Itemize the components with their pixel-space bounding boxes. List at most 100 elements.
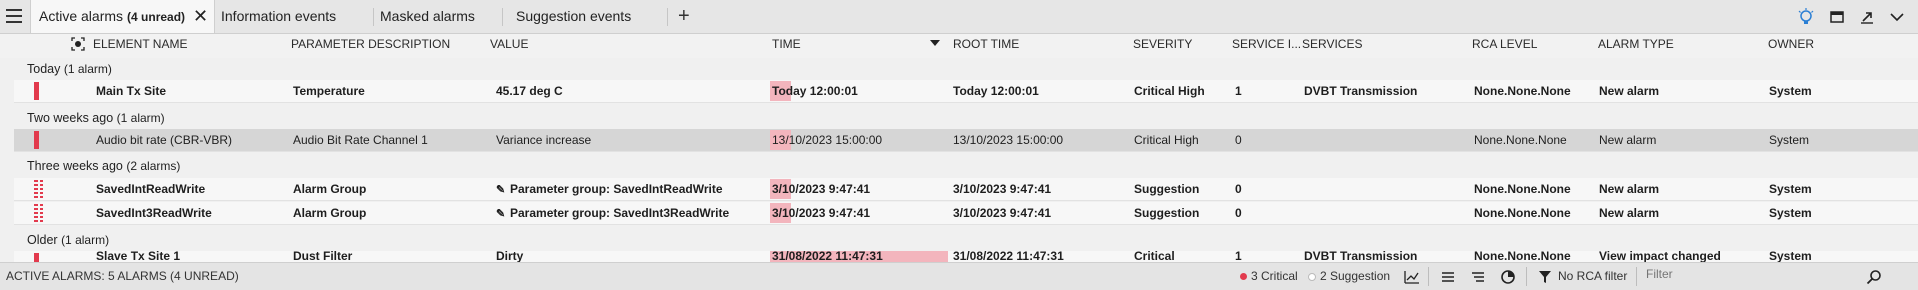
cell-element: SavedIntReadWrite — [96, 182, 206, 196]
cell-parameter: Alarm Group — [293, 206, 367, 220]
tab-suggestion-events[interactable]: Suggestion events — [508, 0, 668, 33]
cell-owner: System — [1769, 182, 1812, 196]
line-chart-icon[interactable] — [1404, 269, 1420, 285]
group-header-older[interactable]: Older (1 alarm) — [27, 231, 109, 249]
severity-indicator — [34, 180, 43, 198]
group-header-today[interactable]: Today (1 alarm) — [27, 60, 112, 78]
group-header-three-weeks-ago[interactable]: Three weeks ago (2 alarms) — [27, 157, 180, 175]
table-row[interactable]: SavedIntReadWrite Alarm Group ✎ Parameter… — [14, 178, 1918, 201]
tab-active-alarms[interactable]: Active alarms (4 unread) — [30, 0, 215, 33]
cell-element: Main Tx Site — [96, 84, 167, 98]
cell-severity: Suggestion — [1134, 182, 1200, 196]
column-root-time[interactable]: ROOT TIME — [953, 34, 1019, 54]
tab-information-events[interactable]: Information events — [213, 0, 373, 33]
critical-dot-icon — [1240, 273, 1247, 281]
group-count: (2 alarms) — [126, 159, 181, 173]
pie-chart-icon[interactable] — [1500, 269, 1516, 285]
cell-alarm-type: New alarm — [1599, 182, 1660, 196]
critical-count-label: 3 Critical — [1251, 269, 1298, 283]
filter-icon[interactable] — [1538, 270, 1552, 284]
column-rca-level[interactable]: RCA LEVEL — [1472, 34, 1537, 54]
group-list-icon[interactable] — [1470, 269, 1486, 285]
group-label: Older — [27, 233, 58, 247]
status-divider — [1428, 267, 1429, 286]
close-icon[interactable]: ✕ — [193, 0, 208, 33]
group-header-two-weeks-ago[interactable]: Two weeks ago (1 alarm) — [27, 109, 165, 127]
cell-service-impact: 0 — [1235, 182, 1242, 196]
status-bar: ACTIVE ALARMS: 5 ALARMS (4 UNREAD) 3 Cri… — [0, 262, 1918, 290]
cell-alarm-type: New alarm — [1599, 206, 1660, 220]
column-time[interactable]: TIME — [772, 34, 801, 54]
focus-target-icon[interactable] — [70, 36, 86, 52]
list-view-icon[interactable] — [1440, 269, 1456, 285]
suggestion-count-label: 2 Suggestion — [1320, 269, 1391, 283]
tab-masked-alarms[interactable]: Masked alarms — [372, 0, 502, 33]
table-row[interactable]: SavedInt3ReadWrite Alarm Group ✎ Paramete… — [14, 202, 1918, 225]
rca-filter-label[interactable]: No RCA filter — [1558, 263, 1627, 290]
status-divider — [1526, 267, 1527, 286]
column-service-impact[interactable]: SERVICE I... — [1232, 34, 1301, 54]
cell-value: Variance increase — [496, 133, 592, 147]
tab-bar: Active alarms (4 unread) ✕ Information ev… — [0, 0, 1918, 34]
cell-service-impact: 0 — [1235, 206, 1242, 220]
filter-box — [1644, 266, 1892, 286]
cell-service-impact: 0 — [1235, 133, 1242, 147]
tab-label: Suggestion events — [516, 8, 632, 24]
group-count: (1 alarm) — [63, 62, 112, 76]
window-icon[interactable] — [1828, 8, 1846, 26]
cell-parameter: Audio Bit Rate Channel 1 — [293, 133, 428, 147]
cell-time: 3/10/2023 9:47:41 — [772, 182, 871, 196]
cell-rca-level: None.None.None — [1474, 182, 1571, 196]
chevron-down-icon[interactable] — [1888, 8, 1906, 26]
cell-rca-level: None.None.None — [1474, 133, 1567, 147]
cell-time: 13/10/2023 15:00:00 — [772, 133, 883, 147]
column-element-name[interactable]: ELEMENT NAME — [93, 34, 187, 54]
cell-owner: System — [1769, 84, 1812, 98]
column-value[interactable]: VALUE — [490, 34, 528, 54]
cell-owner: System — [1769, 206, 1812, 220]
severity-indicator — [34, 82, 39, 100]
group-label: Two weeks ago — [27, 111, 114, 125]
search-icon[interactable] — [1866, 269, 1882, 285]
cell-time: 3/10/2023 9:47:41 — [772, 206, 871, 220]
critical-count[interactable]: 3 Critical — [1240, 263, 1298, 290]
menu-icon[interactable] — [6, 9, 22, 23]
suggestion-dot-icon — [1308, 272, 1316, 281]
tab-divider — [502, 8, 503, 26]
sort-descending-icon[interactable] — [930, 40, 940, 48]
column-owner[interactable]: OWNER — [1768, 34, 1814, 54]
tab-label: Masked alarms — [380, 8, 475, 24]
filter-input[interactable] — [1644, 266, 1848, 282]
cell-rca-level: None.None.None — [1474, 206, 1571, 220]
cell-severity: Suggestion — [1134, 206, 1200, 220]
severity-indicator — [34, 204, 43, 222]
suggestion-count[interactable]: 2 Suggestion — [1308, 263, 1390, 290]
column-parameter-description[interactable]: PARAMETER DESCRIPTION — [291, 34, 450, 54]
cell-parameter: Alarm Group — [293, 182, 367, 196]
cell-value: ✎ Parameter group: SavedIntReadWrite — [496, 178, 723, 201]
cell-root-time: 3/10/2023 9:47:41 — [953, 206, 1052, 220]
table-row[interactable]: Audio bit rate (CBR-VBR) Audio Bit Rate … — [14, 129, 1918, 152]
cell-value-text: Parameter group: SavedInt3ReadWrite — [510, 206, 730, 220]
group-label: Three weeks ago — [27, 159, 123, 173]
pop-out-icon[interactable] — [1858, 8, 1876, 26]
column-severity[interactable]: SEVERITY — [1133, 34, 1192, 54]
lightbulb-icon[interactable] — [1797, 8, 1815, 26]
cell-value-text: Parameter group: SavedIntReadWrite — [510, 182, 723, 196]
cell-severity: Critical High — [1134, 84, 1205, 98]
cell-root-time: Today 12:00:01 — [953, 84, 1039, 98]
cell-element: Audio bit rate (CBR-VBR) — [96, 133, 233, 147]
tab-label: Information events — [221, 8, 337, 24]
cell-element: SavedInt3ReadWrite — [96, 206, 212, 220]
column-services[interactable]: SERVICES — [1302, 34, 1362, 54]
table-row[interactable]: Main Tx Site Temperature 45.17 deg C Tod… — [14, 80, 1918, 103]
add-tab-icon[interactable]: + — [678, 0, 690, 32]
cell-severity: Critical High — [1134, 133, 1199, 147]
group-count: (1 alarm) — [61, 233, 110, 247]
group-label: Today — [27, 62, 61, 76]
cell-rca-level: None.None.None — [1474, 84, 1571, 98]
cell-service-impact: 1 — [1235, 84, 1242, 98]
column-alarm-type[interactable]: ALARM TYPE — [1598, 34, 1674, 54]
cell-root-time: 3/10/2023 9:47:41 — [953, 182, 1052, 196]
column-header: ELEMENT NAME PARAMETER DESCRIPTION VALUE… — [0, 34, 1918, 58]
